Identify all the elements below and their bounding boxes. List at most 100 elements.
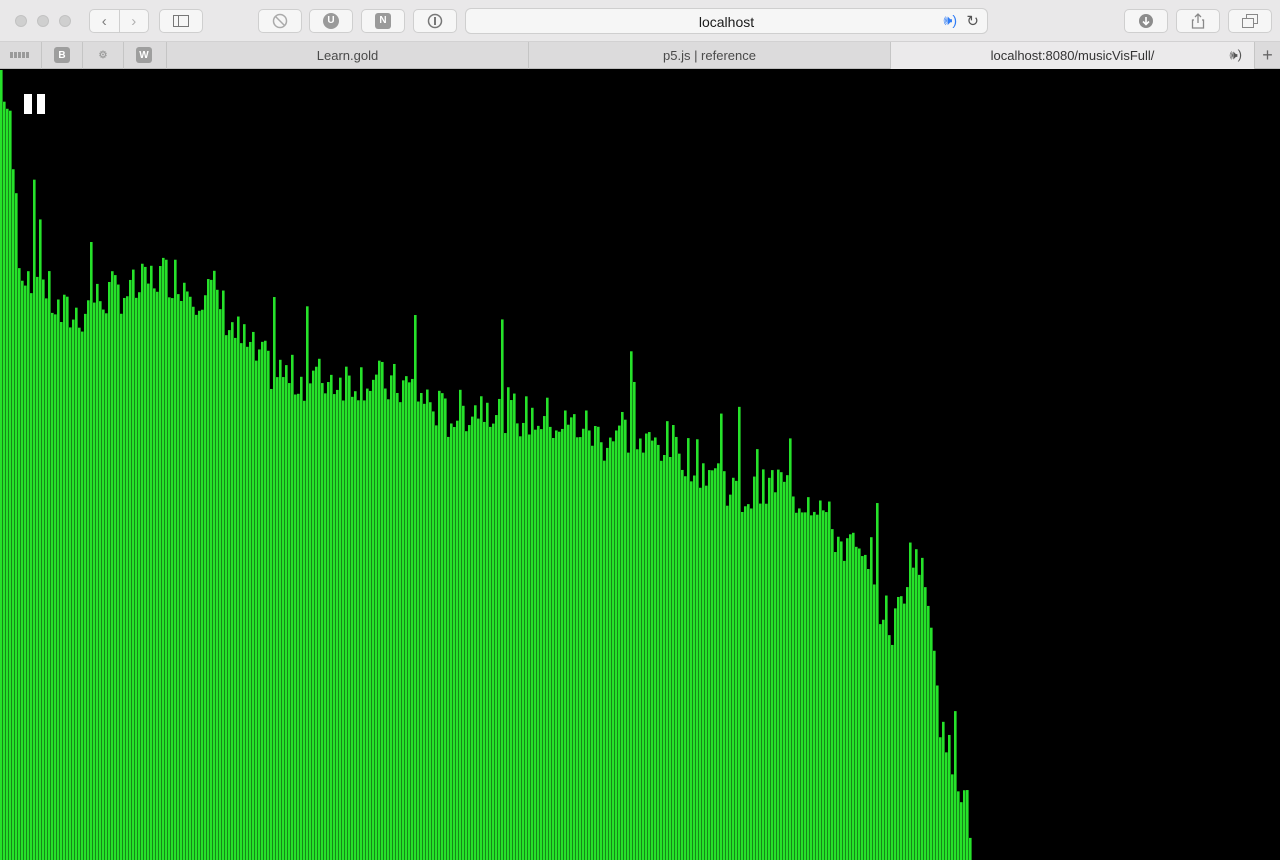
spectrum-bar <box>390 375 393 860</box>
spectrum-bar <box>327 382 330 860</box>
spectrum-bar <box>81 331 84 860</box>
spectrum-bar <box>840 541 843 860</box>
spectrum-bar <box>375 374 378 860</box>
spectrum-bar <box>537 425 540 860</box>
spectrum-bar <box>888 635 891 860</box>
spectrum-bar <box>84 313 87 860</box>
close-window-button[interactable] <box>15 15 27 27</box>
spectrum-bar <box>498 398 501 860</box>
spectrum-bar <box>744 506 747 860</box>
spectrum-bar <box>249 341 252 860</box>
favorites-grid-icon[interactable] <box>10 52 30 58</box>
spectrum-bar <box>93 302 96 860</box>
ublock-extension-button[interactable]: U <box>309 9 353 33</box>
spectrum-bar <box>261 341 264 860</box>
spectrum-bar <box>447 436 450 860</box>
spectrum-bar <box>924 587 927 860</box>
spectrum-bar <box>231 322 234 860</box>
downloads-button[interactable] <box>1124 9 1168 33</box>
favorite-b-icon[interactable]: B <box>54 47 70 63</box>
spectrum-bar <box>939 737 942 860</box>
show-all-tabs-button[interactable] <box>1228 9 1272 33</box>
content-blocker-button[interactable] <box>258 9 302 33</box>
spectrum-bar <box>339 377 342 860</box>
spectrum-bar <box>852 532 855 860</box>
spectrum-bar <box>612 441 615 860</box>
spectrum-bar <box>828 501 831 860</box>
spectrum-bar <box>633 381 636 860</box>
spectrum-bar <box>282 377 285 860</box>
spectrum-bar <box>693 475 696 860</box>
address-bar[interactable]: localhost 🕪) ↻ <box>465 8 988 34</box>
spectrum-bar <box>690 481 693 860</box>
tab-title: localhost:8080/musicVisFull/ <box>990 48 1155 63</box>
favorite-w-icon[interactable]: W <box>136 47 152 63</box>
spectrum-bar <box>540 429 543 860</box>
spectrum-bar <box>132 269 135 860</box>
visualizer-canvas[interactable] <box>0 70 1280 860</box>
spectrum-bar <box>732 477 735 860</box>
spectrum-bar <box>600 442 603 860</box>
forward-button[interactable]: › <box>118 10 149 32</box>
spectrum-bar <box>174 259 177 860</box>
spectrum-bar <box>465 431 468 860</box>
spectrum-bar <box>567 424 570 860</box>
spectrum-bar <box>951 774 954 860</box>
spectrum-bar <box>675 436 678 860</box>
spectrum-bar <box>111 271 114 860</box>
spectrum-bar <box>630 351 633 860</box>
tab-p5-reference[interactable]: p5.js | reference <box>528 42 890 69</box>
onenote-extension-button[interactable]: N <box>361 9 405 33</box>
spectrum-bar <box>201 309 204 860</box>
spectrum-bar <box>483 421 486 860</box>
share-button[interactable] <box>1176 9 1220 33</box>
sidebar-toggle-button[interactable] <box>159 9 203 33</box>
spectrum-bar <box>225 335 228 860</box>
minimize-window-button[interactable] <box>37 15 49 27</box>
spectrum-bar <box>90 242 93 860</box>
spectrum-bar <box>696 439 699 860</box>
spectrum-bar <box>723 471 726 860</box>
password-manager-button[interactable] <box>413 9 457 33</box>
tab-learn-gold[interactable]: Learn.gold <box>166 42 528 69</box>
speaker-icon[interactable]: 🕪) <box>944 12 957 29</box>
zoom-window-button[interactable] <box>59 15 71 27</box>
favorite-gear-icon[interactable]: ⚙ <box>95 47 111 63</box>
spectrum-bar <box>279 359 282 860</box>
spectrum-bar <box>501 319 504 860</box>
spectrum-bar <box>468 425 471 860</box>
spectrum-bar <box>165 259 168 860</box>
spectrum-bar <box>297 393 300 860</box>
spectrum-bar <box>354 391 357 860</box>
spectrum-bar <box>345 366 348 860</box>
spectrum-bar <box>330 374 333 860</box>
spectrum-bar <box>144 266 147 860</box>
spectrum-bar <box>240 343 243 860</box>
spectrum-bar <box>960 802 963 860</box>
spectrum-bar <box>735 480 738 860</box>
spectrum-bar <box>153 288 156 860</box>
spectrum-bar <box>168 297 171 860</box>
spectrum-bar <box>867 568 870 860</box>
spectrum-bar <box>855 546 858 860</box>
tab-speaker-icon[interactable]: 🕪) <box>1229 47 1242 63</box>
spectrum-bar <box>843 560 846 860</box>
spectrum-bar <box>18 268 21 860</box>
spectrum-bar <box>294 394 297 860</box>
new-tab-button[interactable]: + <box>1254 42 1280 69</box>
spectrum-bar <box>105 313 108 860</box>
back-button[interactable]: ‹ <box>90 10 119 32</box>
spectrum-bar <box>51 312 54 860</box>
url-text: localhost <box>698 14 755 30</box>
reload-icon[interactable]: ↻ <box>966 12 979 30</box>
pause-icon[interactable] <box>24 94 46 114</box>
spectrum-bar <box>522 422 525 860</box>
spectrum-bar <box>642 452 645 860</box>
spectrum-bar <box>948 734 951 860</box>
spectrum-bar <box>3 101 6 860</box>
tab-music-vis[interactable]: localhost:8080/musicVisFull/ 🕪) <box>890 42 1254 69</box>
spectrum-bar <box>915 549 918 860</box>
spectrum-bar <box>519 436 522 860</box>
spectrum-bar <box>129 279 132 860</box>
spectrum-bar <box>78 327 81 860</box>
